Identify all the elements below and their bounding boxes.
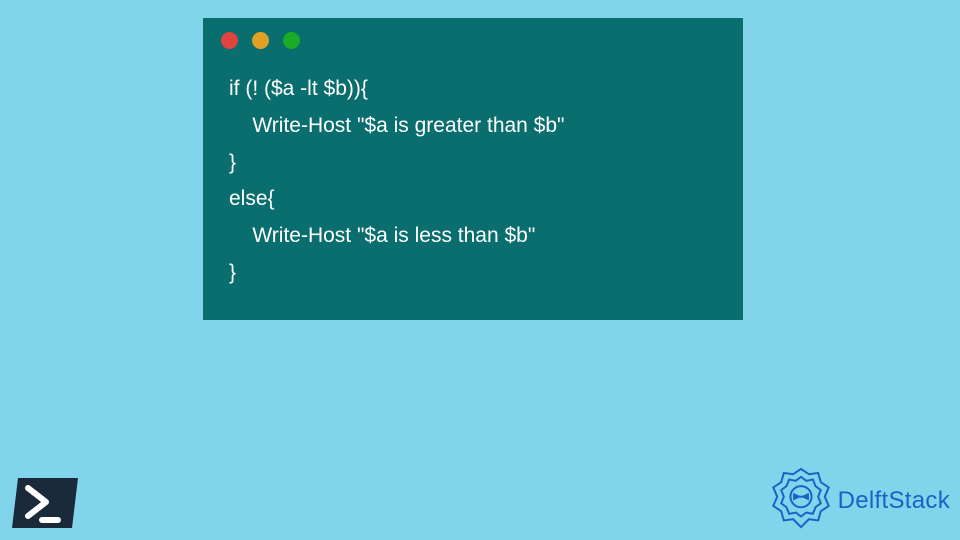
window-titlebar: [203, 18, 743, 55]
powershell-icon: [10, 476, 80, 530]
minimize-icon: [252, 32, 269, 49]
brand-name: DelftStack: [838, 487, 950, 515]
maximize-icon: [283, 32, 300, 49]
code-block: if (! ($a -lt $b)){ Write-Host "$a is gr…: [203, 55, 743, 296]
code-window: if (! ($a -lt $b)){ Write-Host "$a is gr…: [203, 18, 743, 320]
close-icon: [221, 32, 238, 49]
delftstack-logo-icon: [768, 465, 834, 536]
brand: DelftStack: [768, 465, 950, 536]
